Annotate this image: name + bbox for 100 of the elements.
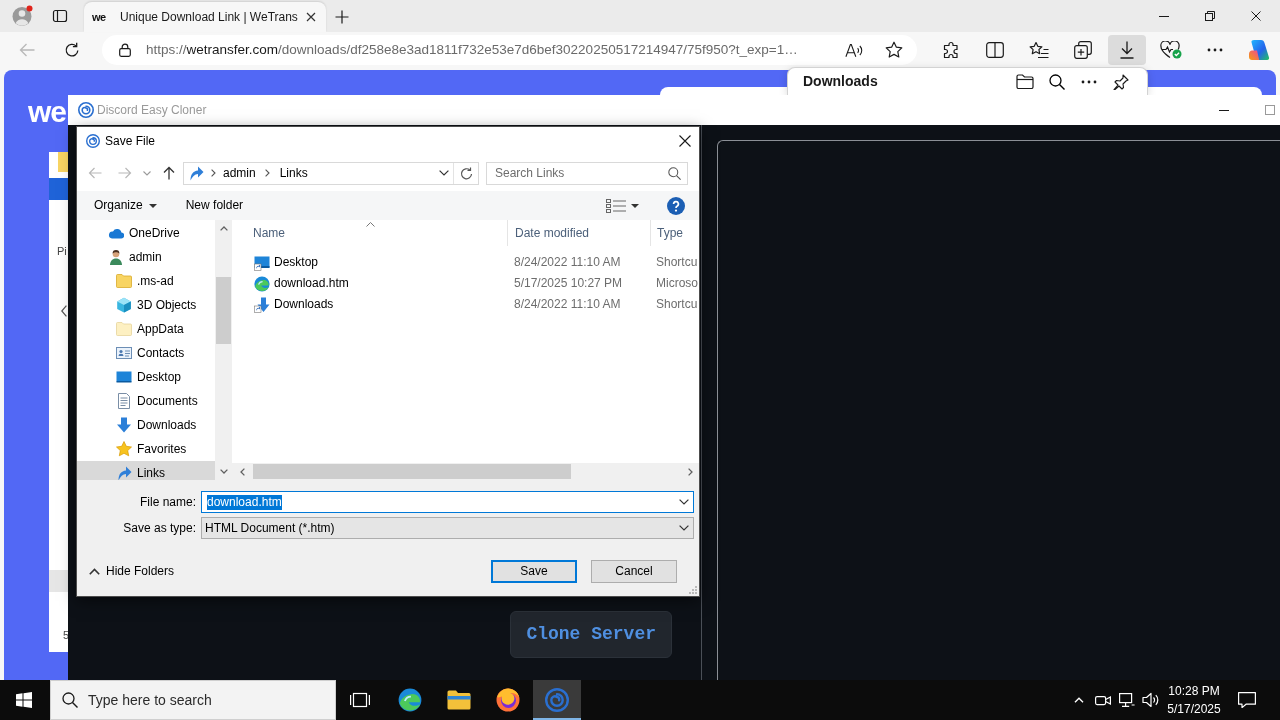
globe-logo-icon xyxy=(496,688,520,712)
file-name-field[interactable]: download.htm xyxy=(201,491,694,513)
tab-actions-icon[interactable] xyxy=(52,8,68,24)
address-bar[interactable]: https://wetransfer.com/downloads/df258e8e3ad1811f732e53e7d6bef30220250517214947/75f950?t_exp=1… xyxy=(102,35,917,65)
chevron-right-icon[interactable] xyxy=(264,169,270,177)
hide-folders-button[interactable]: Hide Folders xyxy=(89,564,175,579)
clock[interactable]: 10:28 PM 5/17/2025 xyxy=(1164,682,1224,718)
resize-grip-icon[interactable] xyxy=(689,586,697,594)
dialog-button[interactable]: Save xyxy=(491,560,577,583)
scrollbar[interactable] xyxy=(215,220,232,480)
scrollbar-thumb[interactable] xyxy=(253,464,571,479)
chevron-down-icon[interactable] xyxy=(679,499,689,505)
tree-item[interactable]: .ms-ad xyxy=(77,269,215,293)
clone-server-button[interactable]: Clone Server xyxy=(510,611,672,658)
chevron-right-icon[interactable] xyxy=(211,169,216,177)
organize-button[interactable]: Organize xyxy=(94,198,157,213)
tree-item[interactable]: OneDrive xyxy=(77,221,215,245)
new-folder-button[interactable]: New folder xyxy=(185,198,244,213)
close-icon[interactable] xyxy=(679,135,691,147)
folder-icon[interactable] xyxy=(1016,74,1034,89)
plus-icon[interactable] xyxy=(335,10,349,24)
tree-item[interactable]: Contacts xyxy=(77,341,215,365)
desktop-shortcut-icon xyxy=(254,254,270,271)
chevron-down-icon[interactable] xyxy=(439,170,449,176)
tree-item[interactable]: Links xyxy=(77,461,215,480)
column-header[interactable]: Type xyxy=(650,220,699,246)
tree-item[interactable]: admin xyxy=(77,245,215,269)
window-panes-icon xyxy=(16,692,32,708)
file-type-dropdown[interactable]: HTML Document (*.htm) xyxy=(201,517,694,539)
refresh-icon[interactable] xyxy=(64,42,80,58)
dialog-button[interactable]: Cancel xyxy=(591,560,677,583)
close-icon[interactable] xyxy=(1251,11,1261,21)
curved-arrow-icon xyxy=(116,465,132,480)
scroll-up-icon[interactable] xyxy=(219,226,228,231)
minimize-icon[interactable] xyxy=(1159,15,1169,17)
camera-icon[interactable] xyxy=(1095,693,1111,707)
spiral-icon xyxy=(545,688,569,712)
breadcrumb-item[interactable]: admin xyxy=(223,165,256,181)
scroll-left-icon[interactable] xyxy=(240,467,245,476)
taskbar-app-button[interactable] xyxy=(533,680,581,720)
search-icon[interactable] xyxy=(1049,73,1065,90)
task-view-icon[interactable] xyxy=(350,692,370,708)
file-row[interactable]: Downloads 8/24/2022 11:10 AM Shortcu xyxy=(232,294,699,315)
cube-icon xyxy=(116,297,132,313)
address-bar[interactable]: admin Links xyxy=(183,161,479,185)
scroll-down-icon[interactable] xyxy=(219,469,228,474)
tree-item[interactable]: Desktop xyxy=(77,365,215,389)
breadcrumb-item[interactable]: Links xyxy=(279,165,308,181)
volume-icon[interactable] xyxy=(1142,692,1160,708)
notification-icon[interactable] xyxy=(1238,692,1256,708)
type-cell-text: Microso xyxy=(655,276,698,291)
site-logo[interactable]: we xyxy=(28,100,68,124)
swirl-logo-icon xyxy=(254,275,270,292)
profile-avatar-icon[interactable] xyxy=(11,5,33,27)
chevron-down-icon[interactable] xyxy=(679,525,689,531)
date-cell: 8/24/2022 11:10 AM xyxy=(514,255,621,269)
tree-item[interactable]: Favorites xyxy=(77,437,215,461)
chevron-up-icon[interactable] xyxy=(1074,697,1084,703)
tree-item[interactable]: Documents xyxy=(77,389,215,413)
user-icon xyxy=(108,249,124,265)
read-aloud-icon[interactable] xyxy=(845,42,863,58)
up-arrow-icon[interactable] xyxy=(163,166,175,180)
search-field[interactable]: Search Links xyxy=(486,161,688,185)
url-text[interactable]: https://wetransfer.com/downloads/df258e8e3ad1811f732e53e7d6bef30220250517214947/75f950?t_exp=1… xyxy=(146,41,834,59)
puzzle-icon xyxy=(942,41,960,59)
scrollbar-thumb[interactable] xyxy=(216,277,231,344)
date-cell: 5/17/2025 10:27 PM xyxy=(514,276,623,290)
scroll-right-icon[interactable] xyxy=(688,467,693,476)
download-arrow-icon xyxy=(116,417,132,433)
scrollbar[interactable] xyxy=(232,463,699,480)
download-icon xyxy=(1119,41,1135,59)
file-name: Downloads xyxy=(274,297,334,312)
network-icon[interactable] xyxy=(1119,693,1135,707)
view-options-icon[interactable] xyxy=(606,198,626,213)
tree-item[interactable]: AppData xyxy=(77,317,215,341)
refresh-icon[interactable] xyxy=(459,166,473,180)
taskbar-search-field[interactable]: Type here to search xyxy=(50,680,336,720)
column-header[interactable]: Name xyxy=(232,220,507,246)
search-icon[interactable] xyxy=(668,166,681,180)
column-header[interactable]: Date modified xyxy=(507,220,650,246)
lock-icon[interactable] xyxy=(119,43,131,57)
tree-item[interactable]: 3D Objects xyxy=(77,293,215,317)
downloads-button[interactable] xyxy=(1108,35,1146,65)
caret-icon[interactable] xyxy=(631,203,639,208)
maximize-icon[interactable] xyxy=(1265,105,1275,115)
minimize-icon[interactable] xyxy=(1219,109,1229,111)
restore-icon[interactable] xyxy=(1205,11,1215,21)
file-row[interactable]: Desktop 8/24/2022 11:10 AM Shortcu xyxy=(232,252,699,273)
file-row[interactable]: download.htm 5/17/2025 10:27 PM Microso xyxy=(232,273,699,294)
close-icon[interactable] xyxy=(306,12,316,22)
file-name: Desktop xyxy=(274,255,319,270)
help-icon[interactable] xyxy=(667,196,685,215)
browser-tab[interactable]: we Unique Download Link | WeTrans xyxy=(84,2,326,32)
pin-icon[interactable] xyxy=(1113,73,1129,90)
more-icon[interactable] xyxy=(1081,79,1097,84)
star-icon[interactable] xyxy=(885,41,903,59)
document-icon xyxy=(118,393,130,409)
date-cell: 8/24/2022 11:10 AM xyxy=(514,297,621,311)
tree-item[interactable]: Downloads xyxy=(77,413,215,437)
chevron-left-icon[interactable] xyxy=(61,305,67,317)
